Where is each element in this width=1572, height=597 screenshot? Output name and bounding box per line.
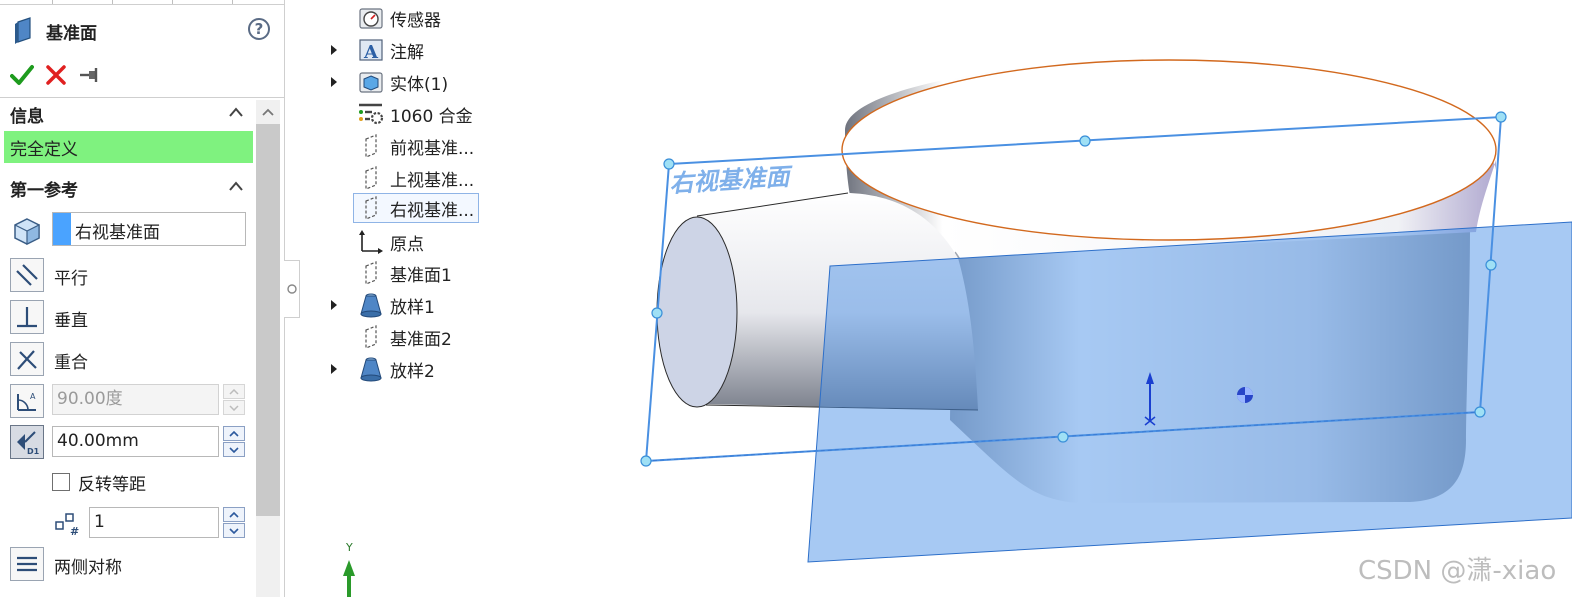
instance-count-icon: #	[54, 508, 84, 540]
chevron-down-icon	[229, 446, 239, 453]
spin-down-button[interactable]	[223, 442, 245, 457]
flip-offset-label: 反转等距	[78, 475, 146, 495]
chevron-up-icon	[229, 181, 243, 191]
offset-distance-input[interactable]: 40.00mm	[52, 426, 219, 457]
pattern-count-icon: #	[55, 513, 79, 538]
reference-selection-text: 右视基准面	[75, 223, 160, 243]
perpendicular-label: 垂直	[54, 311, 88, 331]
offset-distance-icon: D1	[17, 431, 40, 456]
first-reference-group-header[interactable]: 第一参考	[0, 173, 254, 203]
reference-color-marker	[53, 213, 71, 245]
offset-distance-button[interactable]: D1	[10, 425, 44, 459]
check-icon	[10, 65, 34, 85]
spin-down-button[interactable]	[223, 400, 245, 415]
chevron-up-icon	[229, 388, 239, 395]
view-triad: Y	[343, 541, 355, 597]
plane-name-label: 右视基准面	[669, 161, 795, 198]
instance-count-input[interactable]: 1	[89, 507, 219, 538]
page-title: 基准面	[46, 23, 97, 44]
cancel-button[interactable]	[43, 62, 69, 88]
instance-count-stepper[interactable]	[223, 507, 245, 538]
help-button[interactable]: ?	[248, 18, 270, 40]
parallel-icon	[16, 264, 38, 286]
angle-icon: A	[17, 392, 36, 411]
close-icon	[46, 65, 66, 85]
coincident-label: 重合	[54, 353, 88, 373]
mid-plane-button[interactable]	[10, 547, 44, 581]
scroll-up-button[interactable]	[256, 100, 280, 124]
manager-tabs	[0, 0, 284, 5]
svg-text:#: #	[70, 525, 79, 536]
cube-icon	[14, 218, 40, 245]
svg-text:A: A	[30, 392, 36, 401]
angle-input[interactable]: 90.00度	[52, 384, 219, 415]
first-reference-title: 第一参考	[10, 180, 78, 201]
reference-selector-icon	[12, 216, 42, 250]
flip-offset-checkbox[interactable]	[52, 473, 70, 491]
chevron-up-icon	[262, 108, 274, 116]
parallel-button[interactable]	[10, 258, 44, 292]
perpendicular-icon	[17, 307, 37, 328]
reference-selection-box[interactable]: 右视基准面	[52, 212, 246, 246]
svg-text:Y: Y	[345, 541, 353, 554]
graphics-viewport[interactable]: 右视基准面 Y	[286, 0, 1572, 597]
info-group-title: 信息	[10, 106, 44, 127]
info-group-header[interactable]: 信息	[0, 99, 254, 129]
chevron-down-icon	[229, 404, 239, 411]
coincident-button[interactable]	[10, 342, 44, 376]
plane-feature-icon	[15, 17, 31, 44]
scrollbar-thumb[interactable]	[256, 124, 280, 516]
status-badge: 完全定义	[4, 131, 253, 163]
property-manager-header: 基准面	[10, 16, 97, 46]
new-datum-plane[interactable]	[807, 221, 1572, 563]
pushpin-icon	[80, 68, 98, 82]
chevron-up-icon	[229, 107, 243, 117]
divider	[0, 97, 284, 98]
spin-up-button[interactable]	[223, 507, 245, 522]
status-text: 完全定义	[10, 139, 78, 160]
spin-up-button[interactable]	[223, 384, 245, 399]
chevron-down-icon	[229, 527, 239, 534]
ok-button[interactable]	[9, 62, 35, 88]
chevron-up-icon	[229, 511, 239, 518]
spin-down-button[interactable]	[223, 523, 245, 538]
watermark-text: CSDN @潇-xiao	[1358, 556, 1557, 586]
angle-stepper[interactable]	[223, 384, 245, 415]
mid-plane-icon	[17, 556, 37, 572]
spin-up-button[interactable]	[223, 426, 245, 441]
coincident-icon	[17, 350, 37, 370]
mid-plane-label: 两侧对称	[54, 558, 122, 578]
pin-button[interactable]	[77, 62, 103, 88]
center-of-mass-icon	[1237, 387, 1253, 403]
property-manager: 基准面 ? 信息 完全定义 第一参考 右视基准面 平行 垂直 重合 A 90.0…	[0, 0, 285, 597]
parallel-label: 平行	[54, 269, 88, 289]
svg-text:D1: D1	[27, 447, 40, 456]
chevron-up-icon	[229, 430, 239, 437]
perpendicular-button[interactable]	[10, 300, 44, 334]
offset-distance-stepper[interactable]	[223, 426, 245, 457]
angle-button[interactable]: A	[10, 384, 44, 418]
